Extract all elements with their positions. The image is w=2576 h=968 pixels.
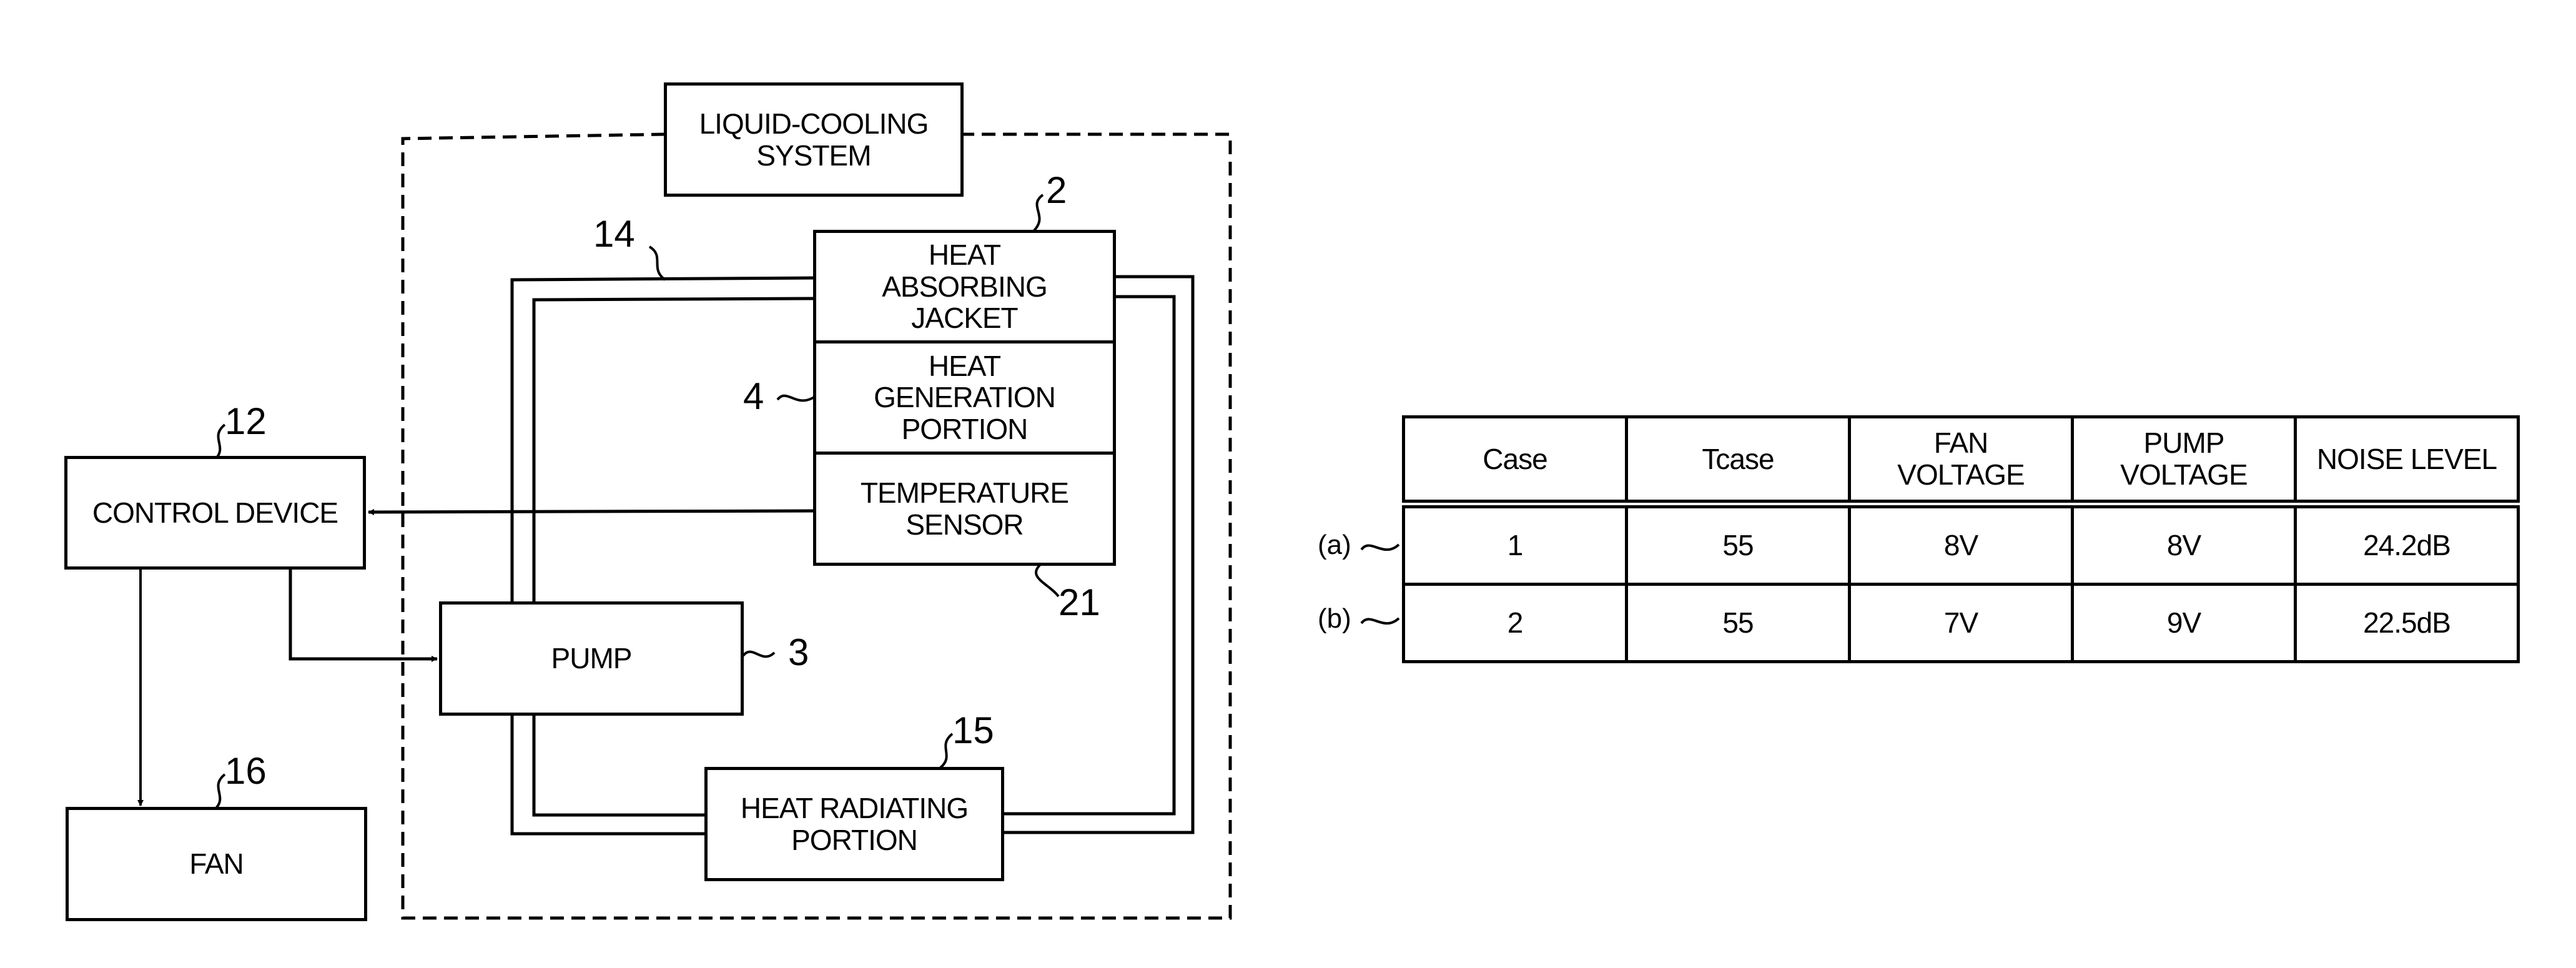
table-header-row: Case Tcase FAN VOLTAGE PUMP VOLTAGE NOIS… [1402,415,2520,508]
ref-numeral-4: 4 [743,375,764,417]
ref-numeral-15: 15 [952,709,994,751]
heat-radiating-portion-block: HEAT RADIATING PORTION [704,767,1004,881]
ref-numeral-2: 2 [1046,169,1067,211]
arrow-sensor-to-control [368,508,816,515]
ref-numeral-12: 12 [225,400,267,442]
leader-row-b [1360,617,1400,625]
results-table: Case Tcase FAN VOLTAGE PUMP VOLTAGE NOIS… [1402,415,2520,663]
cell-fan-voltage: 7V [1848,583,2074,663]
header-noise-level: NOISE LEVEL [2294,415,2520,508]
cell-fan-voltage: 8V [1848,502,2074,586]
liquid-cooling-system-label: LIQUID-COOLING SYSTEM [664,82,964,197]
header-tcase: Tcase [1625,415,1851,508]
cell-tcase: 55 [1625,502,1851,586]
leader-12 [214,423,226,460]
heat-absorbing-jacket-block: HEAT ABSORBING JACKET [813,230,1116,343]
table-row: 2 55 7V 9V 22.5dB [1402,583,2520,663]
ref-numeral-3: 3 [788,631,809,673]
arrow-control-to-pump [289,568,438,662]
leader-3 [742,650,776,658]
leader-15 [939,733,954,769]
cell-pump-voltage: 8V [2071,502,2297,586]
leader-16 [214,773,226,810]
leader-14 [648,245,666,281]
cell-case: 1 [1402,502,1628,586]
cell-pump-voltage: 9V [2071,583,2297,663]
header-case: Case [1402,415,1628,508]
header-pump-voltage: PUMP VOLTAGE [2071,415,2297,508]
cell-noise-level: 24.2dB [2294,502,2520,586]
cell-noise-level: 22.5dB [2294,583,2520,663]
fan-block: FAN [66,807,367,921]
leader-2 [1032,194,1044,232]
row-label-a: (a) [1318,530,1351,560]
ref-numeral-16: 16 [225,750,267,792]
control-device-block: CONTROL DEVICE [64,456,366,570]
pump-block: PUMP [439,601,744,716]
leader-4 [776,394,816,402]
temperature-sensor-block: TEMPERATURE SENSOR [813,452,1116,566]
header-fan-voltage: FAN VOLTAGE [1848,415,2074,508]
ref-numeral-21: 21 [1059,581,1100,623]
table-row: 1 55 8V 8V 24.2dB [1402,502,2520,586]
row-label-b: (b) [1318,603,1351,634]
heat-generation-portion-block: HEAT GENERATION PORTION [813,340,1116,455]
leader-21 [1035,564,1060,598]
ref-numeral-14: 14 [593,213,635,255]
leader-row-a [1360,543,1400,551]
cell-tcase: 55 [1625,583,1851,663]
cell-case: 2 [1402,583,1628,663]
